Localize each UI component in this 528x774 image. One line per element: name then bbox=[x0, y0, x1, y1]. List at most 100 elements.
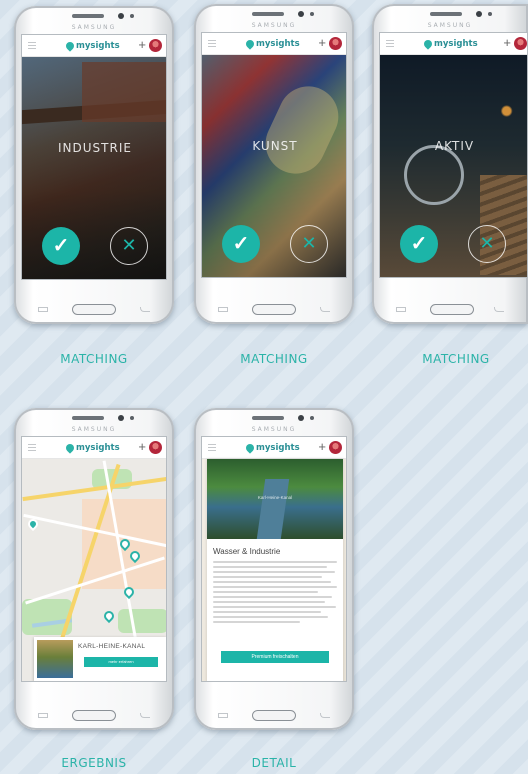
avatar[interactable] bbox=[514, 37, 527, 50]
phone-ergebnis: SAMSUNG mysights + KARL-HEINE-KANAL mehr… bbox=[14, 408, 174, 730]
device-brand: SAMSUNG bbox=[71, 24, 117, 31]
more-info-button[interactable]: mehr erfahren bbox=[84, 657, 158, 667]
app-screen: mysights + INDUSTRIE ✓ ✕ bbox=[21, 34, 167, 280]
check-icon: ✓ bbox=[410, 233, 428, 255]
app-logo: mysights bbox=[64, 442, 120, 454]
phone-sensor bbox=[130, 14, 134, 18]
hamburger-menu-icon[interactable] bbox=[386, 40, 394, 47]
map-park bbox=[118, 609, 166, 633]
app-screen: mysights + AKTIV ✓ ✕ bbox=[379, 32, 528, 278]
home-button[interactable] bbox=[430, 304, 474, 315]
detail-background: Karl-Heine-Kanal Wasser & Industrie Prem… bbox=[202, 459, 346, 681]
app-header: mysights + bbox=[380, 33, 527, 55]
phone-sensor bbox=[130, 416, 134, 420]
reject-button[interactable]: ✕ bbox=[290, 225, 328, 263]
accept-button[interactable]: ✓ bbox=[222, 225, 260, 263]
reject-button[interactable]: ✕ bbox=[110, 227, 148, 265]
plus-icon[interactable]: + bbox=[318, 440, 326, 454]
device-brand: SAMSUNG bbox=[251, 426, 297, 433]
accept-button[interactable]: ✓ bbox=[42, 227, 80, 265]
phone-matching-kunst: SAMSUNG mysights + KUNST ✓ ✕ bbox=[194, 4, 354, 324]
phone-camera bbox=[118, 13, 124, 19]
detail-photo: Karl-Heine-Kanal bbox=[207, 459, 343, 539]
phone-speaker bbox=[72, 14, 104, 18]
plus-icon[interactable]: + bbox=[138, 440, 146, 454]
recent-apps-key[interactable] bbox=[396, 307, 406, 312]
recent-apps-key[interactable] bbox=[218, 307, 228, 312]
phone-speaker bbox=[72, 416, 104, 420]
logo-text: mysights bbox=[256, 443, 300, 453]
detail-title: Wasser & Industrie bbox=[213, 547, 281, 556]
close-icon: ✕ bbox=[301, 233, 317, 253]
result-card[interactable]: KARL-HEINE-KANAL mehr erfahren bbox=[34, 637, 166, 681]
category-photo: INDUSTRIE ✓ ✕ bbox=[22, 57, 166, 279]
bicycle-wheel bbox=[404, 145, 464, 205]
app-screen: mysights + KUNST ✓ ✕ bbox=[201, 32, 347, 278]
home-button[interactable] bbox=[72, 304, 116, 315]
hamburger-menu-icon[interactable] bbox=[28, 444, 36, 451]
app-logo: mysights bbox=[244, 442, 300, 454]
back-key[interactable] bbox=[320, 307, 330, 312]
phone-sensor bbox=[488, 12, 492, 16]
logo-text: mysights bbox=[256, 39, 300, 49]
category-label: INDUSTRIE bbox=[58, 141, 132, 155]
avatar[interactable] bbox=[149, 39, 162, 52]
recent-apps-key[interactable] bbox=[218, 713, 228, 718]
app-header: mysights + bbox=[202, 437, 346, 459]
back-key[interactable] bbox=[494, 307, 504, 312]
phone-camera bbox=[298, 11, 304, 17]
category-photo: KUNST ✓ ✕ bbox=[202, 55, 346, 277]
category-label: AKTIV bbox=[434, 139, 475, 153]
app-screen: mysights + KARL-HEINE-KANAL mehr erfahre… bbox=[21, 436, 167, 682]
hamburger-menu-icon[interactable] bbox=[208, 444, 216, 451]
close-icon: ✕ bbox=[479, 233, 495, 253]
screen-caption: MATCHING bbox=[422, 352, 490, 366]
home-button[interactable] bbox=[252, 710, 296, 721]
app-logo: mysights bbox=[422, 38, 478, 50]
hamburger-menu-icon[interactable] bbox=[208, 40, 216, 47]
hamburger-menu-icon[interactable] bbox=[28, 42, 36, 49]
plus-icon[interactable]: + bbox=[318, 36, 326, 50]
map-pin-icon bbox=[422, 38, 434, 50]
screen-caption: MATCHING bbox=[240, 352, 308, 366]
phone-detail: SAMSUNG mysights + Karl-Heine-Kanal Wass… bbox=[194, 408, 354, 730]
avatar[interactable] bbox=[329, 37, 342, 50]
home-button[interactable] bbox=[72, 710, 116, 721]
reject-button[interactable]: ✕ bbox=[468, 225, 506, 263]
results-map[interactable]: KARL-HEINE-KANAL mehr erfahren bbox=[22, 459, 166, 681]
map-pin-icon bbox=[244, 38, 256, 50]
avatar[interactable] bbox=[329, 441, 342, 454]
avatar[interactable] bbox=[149, 441, 162, 454]
category-photo: AKTIV ✓ ✕ bbox=[380, 55, 527, 277]
app-screen: mysights + Karl-Heine-Kanal Wasser & Ind… bbox=[201, 436, 347, 682]
category-label: KUNST bbox=[252, 139, 298, 153]
back-key[interactable] bbox=[140, 713, 150, 718]
recent-apps-key[interactable] bbox=[38, 307, 48, 312]
device-brand: SAMSUNG bbox=[251, 22, 297, 29]
app-header: mysights + bbox=[22, 35, 166, 57]
premium-unlock-button[interactable]: Premium freischalten bbox=[221, 651, 329, 663]
recent-apps-key[interactable] bbox=[38, 713, 48, 718]
map-pin-icon[interactable] bbox=[101, 608, 117, 624]
phone-camera bbox=[118, 415, 124, 421]
home-button[interactable] bbox=[252, 304, 296, 315]
plus-icon[interactable]: + bbox=[503, 36, 511, 50]
check-icon: ✓ bbox=[232, 233, 250, 255]
logo-text: mysights bbox=[76, 443, 120, 453]
result-thumbnail bbox=[37, 640, 73, 678]
canal-water bbox=[256, 479, 290, 539]
plus-icon[interactable]: + bbox=[138, 38, 146, 52]
device-brand: SAMSUNG bbox=[71, 426, 117, 433]
phone-speaker bbox=[430, 12, 462, 16]
phone-matching-aktiv: SAMSUNG mysights + AKTIV ✓ ✕ bbox=[372, 4, 528, 324]
check-icon: ✓ bbox=[52, 235, 70, 257]
logo-text: mysights bbox=[434, 39, 478, 49]
back-key[interactable] bbox=[320, 713, 330, 718]
accept-button[interactable]: ✓ bbox=[400, 225, 438, 263]
detail-body-text bbox=[213, 561, 337, 626]
app-logo: mysights bbox=[64, 40, 120, 52]
back-key[interactable] bbox=[140, 307, 150, 312]
app-header: mysights + bbox=[202, 33, 346, 55]
logo-text: mysights bbox=[76, 41, 120, 51]
brick-building bbox=[82, 62, 166, 122]
